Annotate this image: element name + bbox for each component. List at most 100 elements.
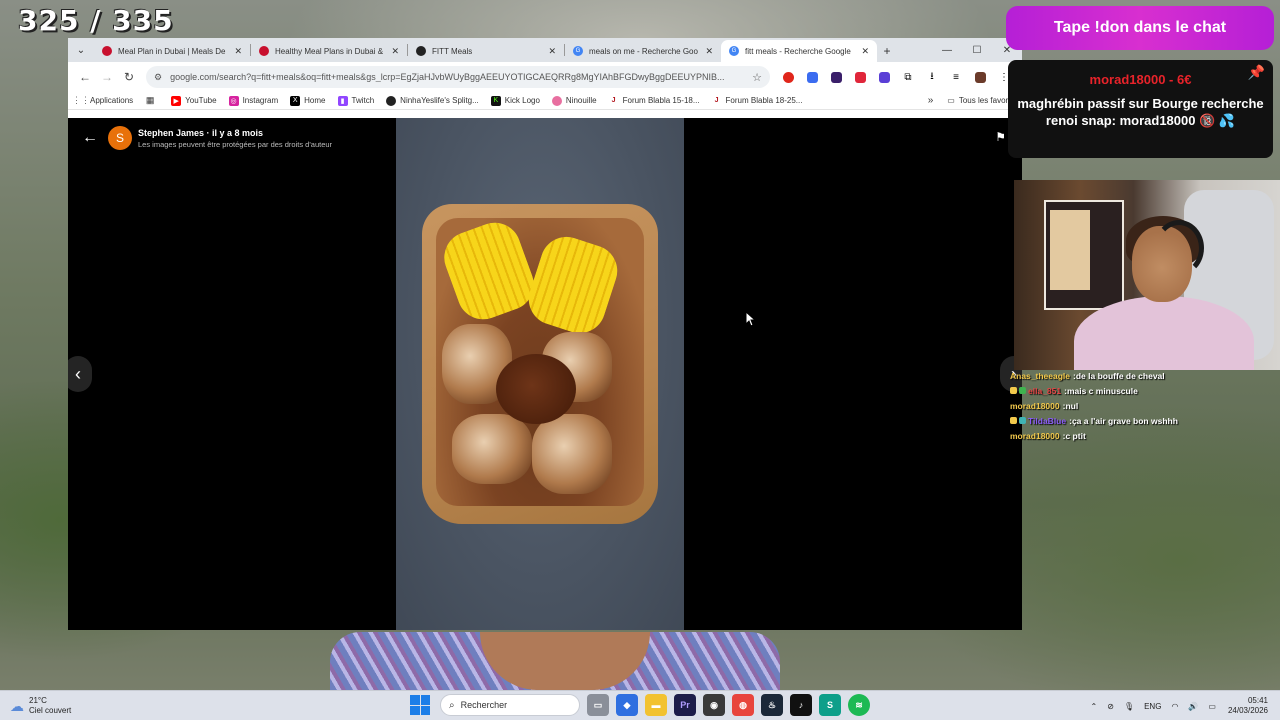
- youtube-icon: ▶: [171, 95, 182, 106]
- tab-meal-plan-dubai[interactable]: Meal Plan in Dubai | Meals De ✕: [94, 40, 250, 62]
- report-flag-icon[interactable]: ⚑: [995, 130, 1006, 144]
- tiktok-icon[interactable]: ♪: [790, 694, 812, 716]
- bookmark-youtube[interactable]: ▶ YouTube: [171, 95, 217, 106]
- language-indicator[interactable]: ENG: [1144, 702, 1161, 711]
- google-icon: G: [573, 46, 583, 56]
- audio-extension-icon[interactable]: [800, 66, 824, 88]
- file-explorer-icon[interactable]: ▬: [645, 694, 667, 716]
- wifi-icon[interactable]: ◠: [1171, 702, 1178, 711]
- chat-message: morad18000: nul: [1010, 400, 1079, 411]
- folder-icon: ▭: [947, 96, 955, 105]
- microphone-icon[interactable]: 🎙: [1124, 702, 1134, 711]
- back-icon[interactable]: ←: [74, 66, 96, 88]
- close-tab-icon[interactable]: ✕: [548, 46, 556, 57]
- premiere-icon[interactable]: Pr: [674, 694, 696, 716]
- mouse-cursor-icon: [745, 311, 757, 327]
- bookmarks-bar: ⋮⋮ Applications ▦ ▶ YouTube ◎ Instagram X Ho…: [68, 92, 1022, 110]
- minimize-icon[interactable]: —: [932, 38, 962, 62]
- taskbar: ☁ 21°C Ciel couvert ⌕ Rechercher ▭ ◆ ▬ P…: [0, 690, 1280, 720]
- streamlabs-icon[interactable]: S: [819, 694, 841, 716]
- copyright-notice: Les images peuvent être protégées par de…: [138, 139, 333, 149]
- author-name[interactable]: Stephen James: [138, 128, 204, 138]
- chat-message: Anas_theeagle: de la bouffe de cheval: [1010, 370, 1165, 381]
- tab-healthy-meal-plans[interactable]: Healthy Meal Plans in Dubai & ✕: [251, 40, 407, 62]
- copilot-icon[interactable]: ◆: [616, 694, 638, 716]
- author-avatar[interactable]: S: [108, 126, 132, 150]
- kick-icon: K: [490, 95, 501, 106]
- taskbar-search[interactable]: ⌕ Rechercher: [440, 694, 580, 716]
- weather-text: Ciel couvert: [29, 705, 72, 715]
- spotify-icon[interactable]: ≋: [848, 694, 870, 716]
- stream-chat: Anas_theeagle: de la bouffe de cheval ell…: [1010, 368, 1270, 443]
- all-bookmarks-link[interactable]: Tous les favoris: [959, 96, 1014, 105]
- food-photo[interactable]: [396, 118, 684, 630]
- forward-icon[interactable]: →: [96, 66, 118, 88]
- google-icon: G: [729, 46, 739, 56]
- battery-icon[interactable]: ▭: [1208, 702, 1216, 711]
- instagram-icon: ◎: [228, 95, 239, 106]
- bookmark-applications[interactable]: ⋮⋮ Applications: [72, 95, 133, 106]
- donation-alert: 📌 morad18000 - 6€ maghrébin passif sur B…: [1008, 60, 1273, 158]
- address-bar[interactable]: ⚙ google.com/search?q=fitt+meals&oq=fitt…: [146, 66, 770, 88]
- clock[interactable]: 05:41 24/03/2026: [1228, 696, 1268, 716]
- volume-icon[interactable]: 🔊: [1188, 702, 1198, 711]
- grid-icon: ▦: [145, 95, 155, 105]
- maximize-icon[interactable]: ☐: [962, 38, 992, 62]
- chrome-icon[interactable]: ◍: [732, 694, 754, 716]
- jv-icon: J: [611, 97, 616, 104]
- url-text: google.com/search?q=fitt+meals&oq=fitt+m…: [170, 72, 725, 82]
- profile-avatar[interactable]: [968, 66, 992, 88]
- donation-message: maghrébin passif sur Bourge recherche re…: [1017, 96, 1264, 128]
- close-tab-icon[interactable]: ✕: [861, 46, 869, 57]
- start-icon[interactable]: [410, 695, 430, 715]
- download-icon[interactable]: ⭳: [920, 66, 944, 88]
- tab-fitt-meals-search[interactable]: G fitt meals - Recherche Google ✕: [721, 40, 877, 62]
- bookmark-forum-15-18[interactable]: J Forum Blabla 15-18...: [609, 96, 700, 106]
- bookmark-grid[interactable]: ▦: [145, 95, 159, 106]
- media-controls-icon[interactable]: ≡: [944, 66, 968, 88]
- purple-extension-icon[interactable]: [824, 66, 848, 88]
- bookmark-twitch[interactable]: ▮ Twitch: [337, 95, 374, 106]
- site-info-icon[interactable]: ⚙: [154, 72, 162, 83]
- previous-image-icon[interactable]: ‹: [68, 356, 92, 392]
- reload-icon[interactable]: ↻: [118, 66, 140, 88]
- tab-fitt-meals[interactable]: FITT Meals ✕: [408, 40, 564, 62]
- red-extension-icon[interactable]: [848, 66, 872, 88]
- network-off-icon[interactable]: ⊘: [1107, 702, 1114, 711]
- opera-extension-icon[interactable]: [776, 66, 800, 88]
- chat-message: TildaBlue: ça a l'air grave bon wshhh: [1010, 413, 1270, 428]
- weather-widget[interactable]: ☁ 21°C Ciel couvert: [10, 696, 71, 716]
- tray-overflow-icon[interactable]: ⌃: [1091, 702, 1098, 711]
- system-tray: ⌃ ⊘ 🎙 ENG ◠ 🔊 ▭ 05:41 24/03/2026: [1081, 691, 1268, 720]
- tab-search-icon[interactable]: ⌄: [68, 38, 94, 62]
- extensions-puzzle-icon[interactable]: ⧉: [896, 66, 920, 88]
- bookmark-forum-18-25[interactable]: J Forum Blabla 18-25...: [712, 96, 803, 106]
- bookmarks-more-icon[interactable]: »: [928, 95, 934, 106]
- steam-icon[interactable]: ♨: [761, 694, 783, 716]
- close-tab-icon[interactable]: ✕: [705, 46, 713, 57]
- bookmark-home[interactable]: X Home: [290, 95, 326, 106]
- webcam-feed: [1014, 180, 1280, 370]
- bookmark-ninouille[interactable]: Ninouille: [551, 95, 597, 106]
- bookmark-star-icon[interactable]: ☆: [752, 71, 762, 84]
- chat-message: morad18000: c ptit: [1010, 430, 1086, 441]
- obs-icon[interactable]: ◉: [703, 694, 725, 716]
- bookmark-kick[interactable]: K Kick Logo: [490, 95, 540, 106]
- tab-meals-on-me[interactable]: G meals on me - Recherche Goo ✕: [565, 40, 721, 62]
- task-view-icon[interactable]: ▭: [587, 694, 609, 716]
- donation-user: morad18000 - 6€: [1089, 72, 1192, 87]
- bookmark-instagram[interactable]: ◎ Instagram: [228, 95, 278, 106]
- shield-extension-icon[interactable]: [872, 66, 896, 88]
- back-arrow-icon[interactable]: ←: [82, 129, 108, 147]
- close-tab-icon[interactable]: ✕: [391, 46, 399, 57]
- cloud-icon: ☁: [10, 697, 24, 714]
- circle-icon: [551, 95, 562, 106]
- post-time: il y a 8 mois: [212, 127, 264, 138]
- close-tab-icon[interactable]: ✕: [234, 46, 242, 57]
- apps-icon: ⋮⋮: [72, 95, 90, 105]
- temperature: 21°C: [29, 695, 47, 705]
- new-tab-button[interactable]: +: [877, 40, 897, 62]
- search-icon: ⌕: [449, 699, 455, 711]
- chat-message: ella_851: mais c minuscule: [1010, 383, 1270, 398]
- bookmark-splitgate[interactable]: NinhaYeslife's Splitg...: [386, 95, 479, 106]
